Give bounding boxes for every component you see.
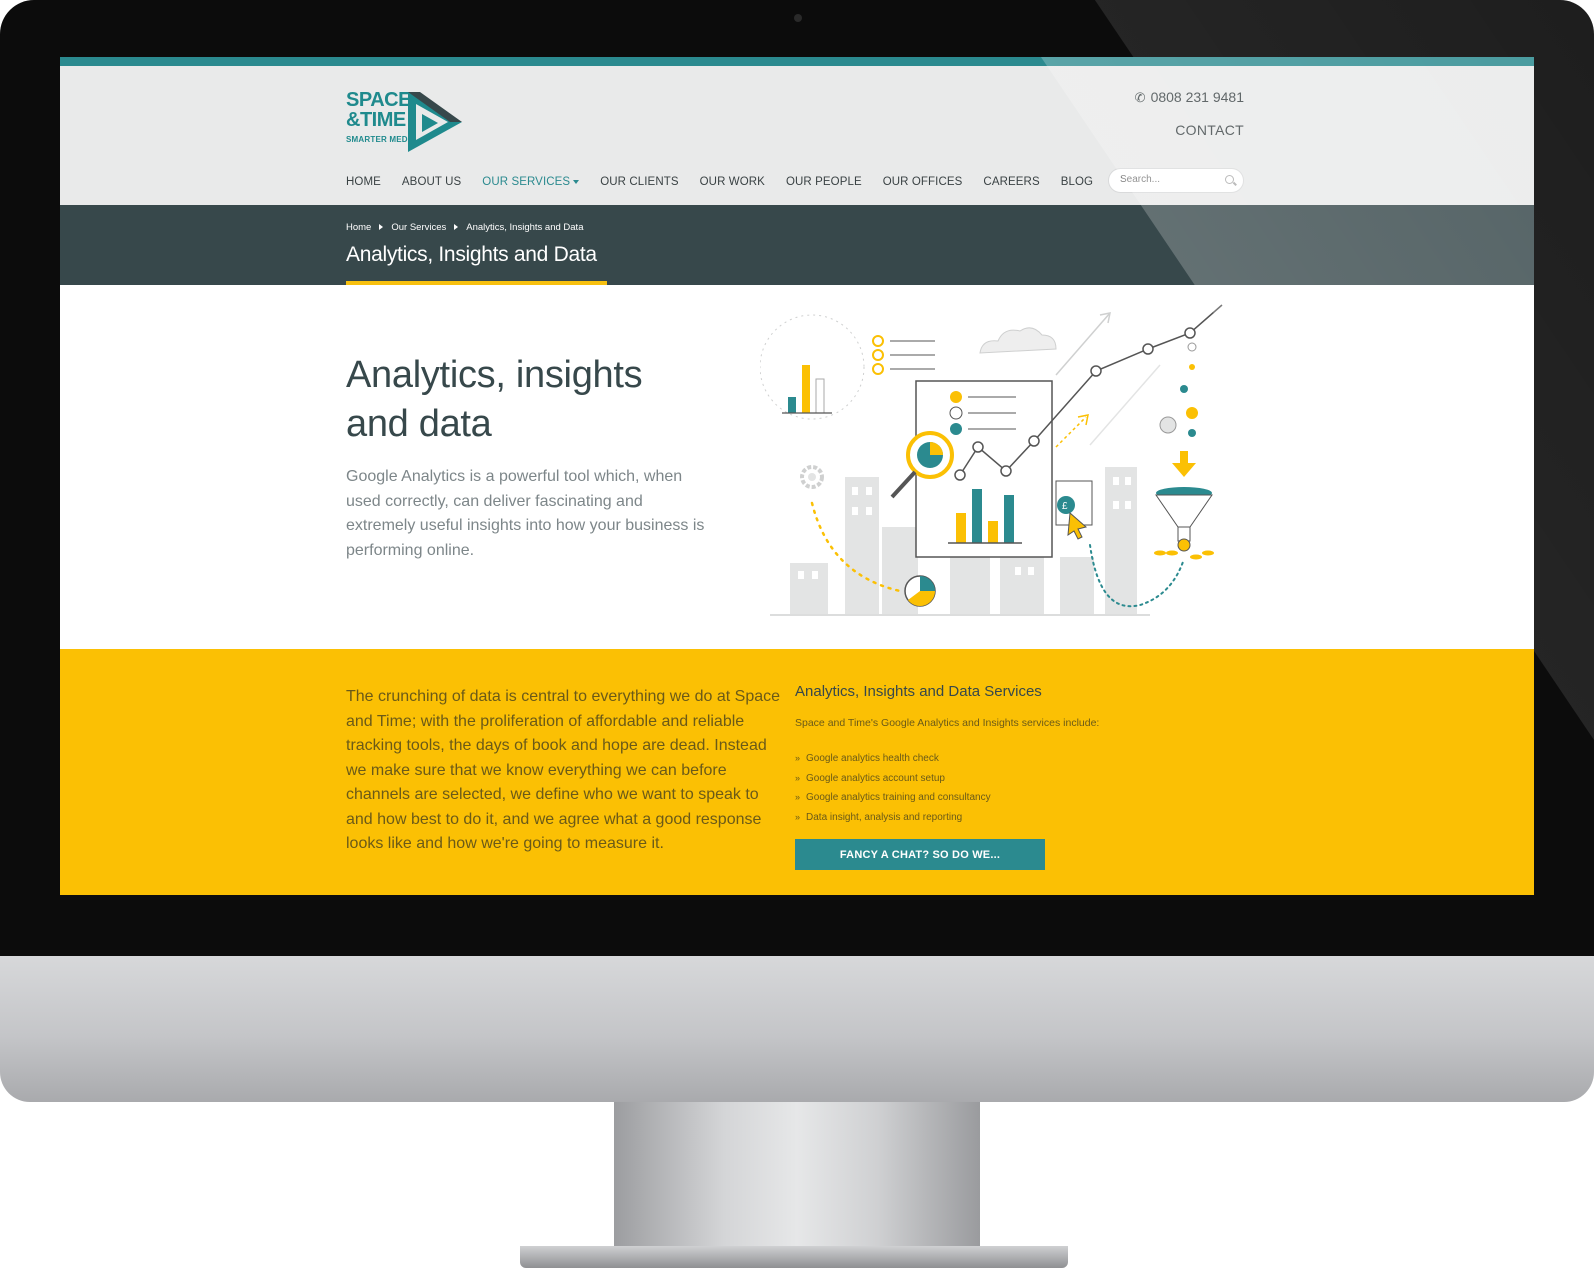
site-header: SPACE &TIME SMARTER MEDIA ✆ 0808 231 9481… (60, 66, 1534, 205)
list-item-text: Google analytics account setup (806, 772, 945, 784)
contact-link[interactable]: CONTACT (1175, 122, 1244, 138)
phone-text: 0808 231 9481 (1150, 89, 1244, 105)
services-section: The crunching of data is central to ever… (60, 649, 1534, 895)
list-item-text: Google analytics training and consultanc… (806, 792, 991, 803)
phone-icon: ✆ (1134, 90, 1146, 105)
hero-section: Analytics, insights and data Google Anal… (60, 285, 1534, 649)
analytics-illustration: £ (760, 304, 1223, 616)
logo-triangle-icon (408, 92, 462, 152)
nav-our-work[interactable]: OUR WORK (700, 176, 765, 188)
monitor-foot (520, 1246, 1068, 1268)
list-item-text: Data insight, analysis and reporting (806, 811, 963, 823)
logo-line-1: SPACE (346, 89, 411, 111)
search-icon[interactable] (1225, 175, 1234, 184)
breadcrumb-current: Analytics, Insights and Data (466, 222, 584, 233)
list-item: » Google analytics account setup (795, 769, 991, 789)
chevron-down-icon (573, 179, 580, 184)
nav-blog[interactable]: BLOG (1061, 176, 1093, 188)
nav-about-us[interactable]: ABOUT US (402, 176, 461, 188)
breadcrumb-arrow-icon (379, 224, 384, 231)
website-screen: SPACE &TIME SMARTER MEDIA ✆ 0808 231 9481… (60, 57, 1534, 895)
nav-home[interactable]: HOME (346, 176, 381, 188)
camera-icon (794, 14, 802, 22)
breadcrumb-our-services[interactable]: Our Services (391, 222, 446, 233)
services-intro: Space and Time's Google Analytics and In… (795, 717, 1100, 729)
search-box (1108, 168, 1244, 193)
fancy-a-chat-button[interactable]: FANCY A CHAT? SO DO WE... (795, 839, 1045, 870)
breadcrumb-arrow-icon (454, 224, 459, 231)
list-item-text: Google analytics health check (806, 753, 939, 764)
monitor-stand (614, 1102, 980, 1250)
logo-line-2: &TIME (346, 109, 406, 131)
monitor-chin (0, 956, 1594, 1102)
breadcrumb-home[interactable]: Home (346, 222, 371, 233)
nav-careers[interactable]: CAREERS (983, 176, 1039, 188)
chevron-right-icon: » (795, 811, 801, 822)
services-paragraph: The crunching of data is central to ever… (346, 688, 781, 852)
list-item: » Google analytics health check (795, 749, 991, 769)
search-input[interactable] (1118, 173, 1222, 186)
phone-number[interactable]: ✆ 0808 231 9481 (1135, 89, 1244, 106)
nav-our-services-label: OUR SERVICES (482, 176, 571, 188)
chevron-right-icon: » (795, 753, 801, 763)
hero-heading: Analytics, insights and data (346, 354, 643, 445)
chevron-right-icon: » (795, 772, 801, 783)
chevron-right-icon: » (795, 792, 801, 802)
list-item: » Data insight, analysis and reporting (795, 808, 991, 828)
site-logo[interactable]: SPACE &TIME SMARTER MEDIA (346, 90, 470, 156)
nav-our-clients[interactable]: OUR CLIENTS (600, 176, 678, 188)
svg-text:£: £ (1062, 501, 1068, 512)
hero-paragraph: Google Analytics is a powerful tool whic… (346, 468, 705, 559)
top-accent-bar (60, 57, 1534, 66)
nav-our-people[interactable]: OUR PEOPLE (786, 176, 862, 188)
main-nav: HOME ABOUT US OUR SERVICES OUR CLIENTS O… (346, 176, 1114, 188)
breadcrumb: Home Our Services Analytics, Insights and … (346, 222, 583, 233)
nav-our-services[interactable]: OUR SERVICES (482, 176, 580, 188)
list-item: » Google analytics training and consultan… (795, 788, 991, 808)
page-title-bar: Home Our Services Analytics, Insights and … (60, 205, 1534, 285)
nav-our-offices[interactable]: OUR OFFICES (883, 176, 963, 188)
services-list: » Google analytics health check » Google a… (795, 749, 991, 827)
page-title: Analytics, Insights and Data (346, 243, 597, 266)
services-heading: Analytics, Insights and Data Services (795, 683, 1042, 700)
